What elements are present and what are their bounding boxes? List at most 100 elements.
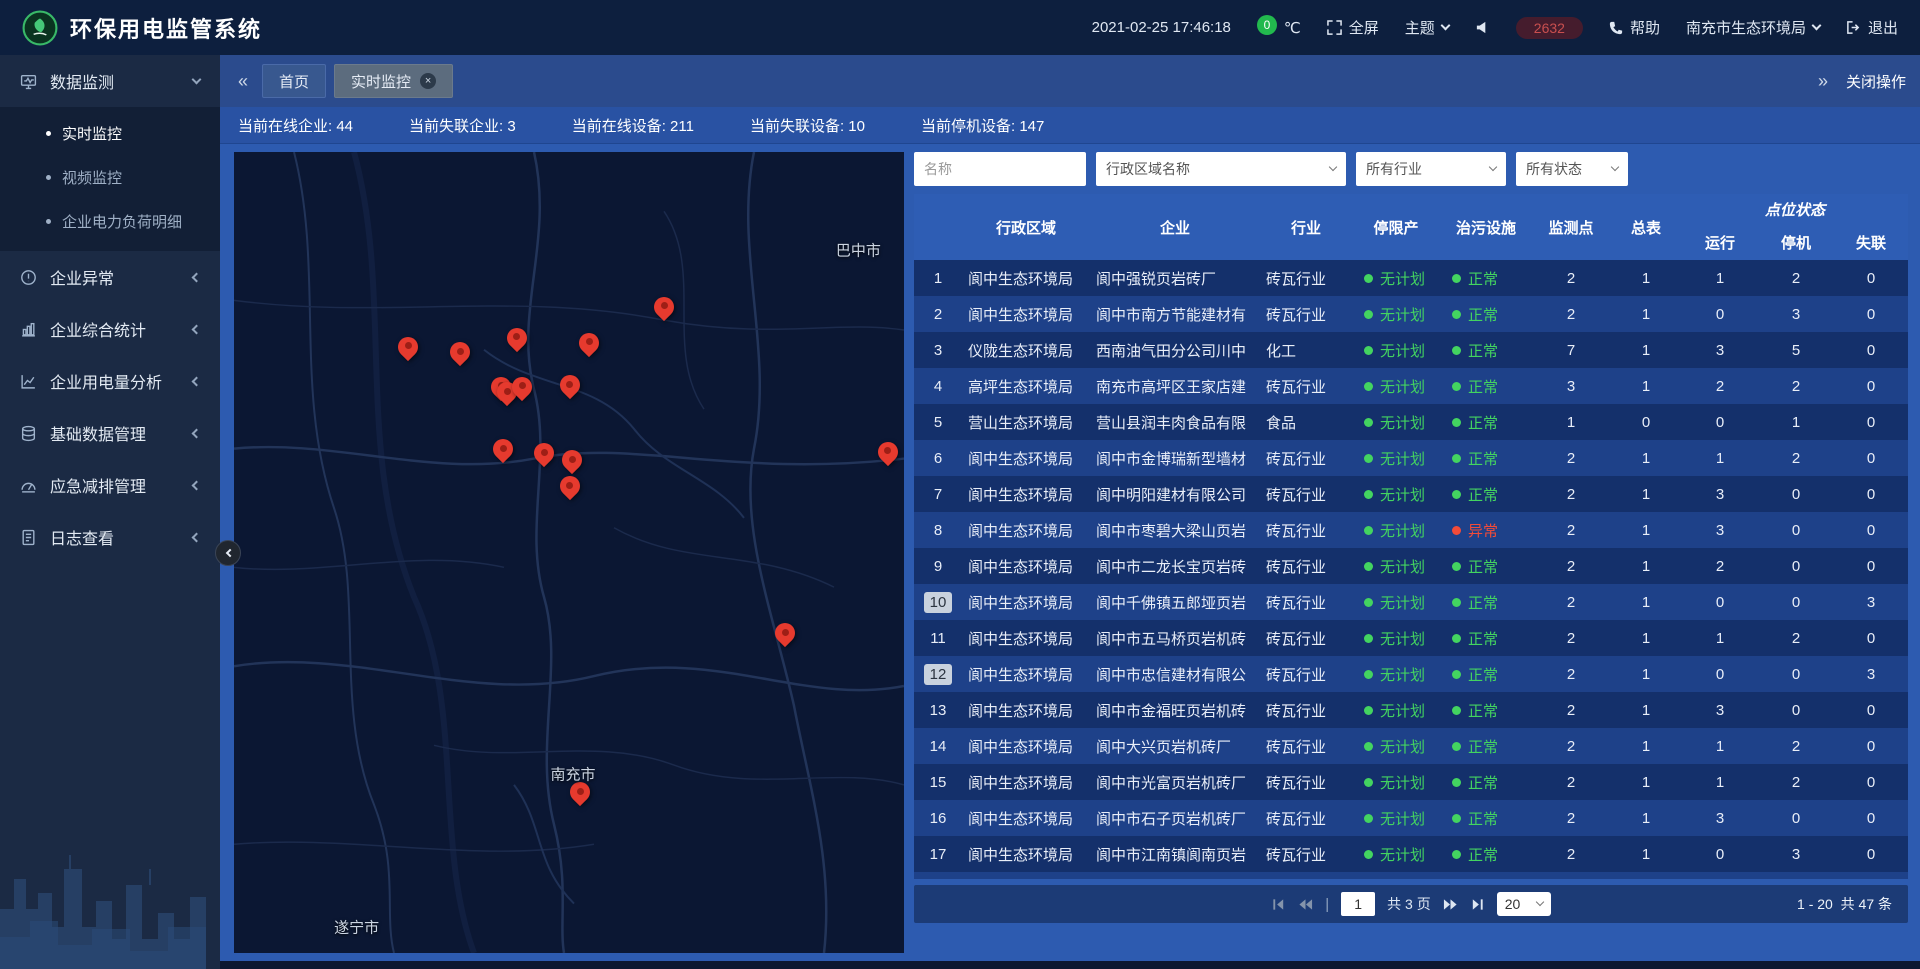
map-pin-icon[interactable] bbox=[878, 442, 898, 462]
status-select[interactable]: 所有状态 bbox=[1516, 152, 1628, 186]
table-row[interactable]: 15阆中生态环境局阆中市光富页岩机砖厂砖瓦行业无计划正常21120 bbox=[914, 764, 1908, 800]
table-row[interactable]: 10阆中生态环境局阆中千佛镇五郎垭页岩砖瓦行业无计划正常21003 bbox=[914, 584, 1908, 620]
cell-facility-status: 正常 bbox=[1440, 556, 1532, 577]
page-number-input[interactable]: 1 bbox=[1341, 892, 1375, 916]
table-row[interactable]: 18南部生态环境局南部县建材有限公司砖瓦行业无计划正常21030 bbox=[914, 872, 1908, 879]
cell-limit-status: 无计划 bbox=[1352, 304, 1440, 325]
table-row[interactable]: 7阆中生态环境局阆中明阳建材有限公司砖瓦行业无计划正常21300 bbox=[914, 476, 1908, 512]
next-page-button[interactable] bbox=[1443, 897, 1458, 912]
sidebar-section-head[interactable]: 日志查看 bbox=[0, 511, 220, 563]
cell-index: 11 bbox=[914, 630, 962, 647]
industry-select[interactable]: 所有行业 bbox=[1356, 152, 1506, 186]
first-page-button[interactable] bbox=[1271, 897, 1286, 912]
map-pin-icon[interactable] bbox=[654, 297, 674, 317]
cell-lost: 0 bbox=[1834, 810, 1908, 827]
status-dot-icon bbox=[1452, 310, 1461, 319]
emergency-icon bbox=[20, 476, 38, 494]
logout-button[interactable]: 退出 bbox=[1846, 17, 1898, 38]
tabs-scroll-left-icon[interactable]: « bbox=[234, 71, 252, 92]
close-operations-button[interactable]: 关闭操作 bbox=[1846, 71, 1906, 92]
sidebar-item[interactable]: 实时监控 bbox=[0, 111, 220, 155]
map-pin-icon[interactable] bbox=[562, 450, 582, 470]
chevron-down-icon bbox=[1535, 898, 1543, 906]
map-pin-icon[interactable] bbox=[512, 377, 532, 397]
map-pin-icon[interactable] bbox=[579, 333, 599, 353]
cell-region: 阆中生态环境局 bbox=[962, 520, 1090, 541]
map-pin-icon[interactable] bbox=[507, 328, 527, 348]
cell-index: 5 bbox=[914, 414, 962, 431]
cell-index: 7 bbox=[914, 486, 962, 503]
page-size-select[interactable]: 20 bbox=[1497, 892, 1551, 916]
org-dropdown[interactable]: 南充市生态环境局 bbox=[1686, 17, 1820, 38]
table-row[interactable]: 14阆中生态环境局阆中大兴页岩机砖厂砖瓦行业无计划正常21120 bbox=[914, 728, 1908, 764]
theme-dropdown[interactable]: 主题 bbox=[1405, 17, 1449, 38]
map-pin-icon[interactable] bbox=[534, 443, 554, 463]
sidebar-section: 企业综合统计 bbox=[0, 303, 220, 355]
table-row[interactable]: 6阆中生态环境局阆中市金博瑞新型墙材砖瓦行业无计划正常21120 bbox=[914, 440, 1908, 476]
sidebar-item[interactable]: 企业电力负荷明细 bbox=[0, 199, 220, 243]
cell-run: 1 bbox=[1682, 630, 1758, 647]
table-row[interactable]: 1阆中生态环境局阆中强锐页岩砖厂砖瓦行业无计划正常21120 bbox=[914, 260, 1908, 296]
name-search-input[interactable] bbox=[914, 152, 1086, 186]
table-row[interactable]: 17阆中生态环境局阆中市江南镇阆南页岩砖瓦行业无计划正常21030 bbox=[914, 836, 1908, 872]
sidebar-item[interactable]: 视频监控 bbox=[0, 155, 220, 199]
table-row[interactable]: 3仪陇生态环境局西南油气田分公司川中化工无计划正常71350 bbox=[914, 332, 1908, 368]
map-pin-icon[interactable] bbox=[775, 623, 795, 643]
cell-lost: 0 bbox=[1834, 846, 1908, 863]
prev-page-button[interactable] bbox=[1298, 897, 1313, 912]
table-row[interactable]: 13阆中生态环境局阆中市金福旺页岩机砖砖瓦行业无计划正常21300 bbox=[914, 692, 1908, 728]
sidebar-section-head[interactable]: 企业综合统计 bbox=[0, 303, 220, 355]
sidebar-section-head[interactable]: 企业用电量分析 bbox=[0, 355, 220, 407]
announcement-button[interactable] bbox=[1475, 20, 1490, 35]
sidebar-section-head[interactable]: 企业异常 bbox=[0, 251, 220, 303]
map-pin-icon[interactable] bbox=[398, 337, 418, 357]
region-select[interactable]: 行政区域名称 bbox=[1096, 152, 1346, 186]
map-pin-icon[interactable] bbox=[570, 782, 590, 802]
status-dot-icon bbox=[1364, 454, 1373, 463]
table-row[interactable]: 2阆中生态环境局阆中市南方节能建材有砖瓦行业无计划正常21030 bbox=[914, 296, 1908, 332]
cell-company: 阆中市枣碧大梁山页岩 bbox=[1090, 520, 1260, 541]
cell-stop: 0 bbox=[1758, 666, 1834, 683]
sidebar-section-head[interactable]: 基础数据管理 bbox=[0, 407, 220, 459]
close-icon[interactable]: × bbox=[420, 73, 436, 89]
map-collapse-button[interactable] bbox=[215, 540, 241, 566]
map-pin-icon[interactable] bbox=[560, 476, 580, 496]
tab-实时监控[interactable]: 实时监控× bbox=[334, 64, 453, 98]
table-row[interactable]: 5营山生态环境局营山县润丰肉食品有限食品无计划正常10010 bbox=[914, 404, 1908, 440]
alert-count-badge[interactable]: 2632 bbox=[1516, 17, 1583, 39]
map-panel[interactable]: 巴中市南充市遂宁市 bbox=[234, 152, 904, 953]
table-row[interactable]: 4高坪生态环境局南充市高坪区王家店建砖瓦行业无计划正常31220 bbox=[914, 368, 1908, 404]
stat-item: 当前失联设备: 10 bbox=[750, 115, 865, 136]
col-index bbox=[914, 194, 962, 260]
cell-region: 高坪生态环境局 bbox=[962, 376, 1090, 397]
tab-首页[interactable]: 首页 bbox=[262, 64, 326, 98]
filter-bar: 行政区域名称 所有行业 所有状态 bbox=[914, 152, 1908, 186]
cell-limit-status: 无计划 bbox=[1352, 628, 1440, 649]
status-dot-icon bbox=[1364, 346, 1373, 355]
cell-facility-status: 正常 bbox=[1440, 808, 1532, 829]
sidebar-section-head[interactable]: 数据监测 bbox=[0, 55, 220, 107]
status-dot-icon bbox=[1364, 310, 1373, 319]
tab-list: 首页实时监控× bbox=[262, 64, 453, 98]
table-row[interactable]: 8阆中生态环境局阆中市枣碧大梁山页岩砖瓦行业无计划异常21300 bbox=[914, 512, 1908, 548]
map-pin-icon[interactable] bbox=[560, 375, 580, 395]
map-pin-icon[interactable] bbox=[493, 439, 513, 459]
cell-industry: 食品 bbox=[1260, 412, 1352, 433]
table-row[interactable]: 12阆中生态环境局阆中市忠信建材有限公砖瓦行业无计划正常21003 bbox=[914, 656, 1908, 692]
cell-total: 1 bbox=[1610, 774, 1682, 791]
chevron-left-icon bbox=[192, 480, 202, 490]
cell-stop: 0 bbox=[1758, 594, 1834, 611]
help-button[interactable]: 帮助 bbox=[1609, 17, 1660, 38]
table-row[interactable]: 11阆中生态环境局阆中市五马桥页岩机砖砖瓦行业无计划正常21120 bbox=[914, 620, 1908, 656]
tabs-scroll-right-icon[interactable]: » bbox=[1814, 71, 1832, 92]
sidebar-section-head[interactable]: 应急减排管理 bbox=[0, 459, 220, 511]
map-pin-icon[interactable] bbox=[450, 342, 470, 362]
status-dot-icon bbox=[1452, 778, 1461, 787]
last-page-button[interactable] bbox=[1470, 897, 1485, 912]
sidebar-section: 企业用电量分析 bbox=[0, 355, 220, 407]
app-root: 环保用电监管系统 2021-02-25 17:46:18 0 ℃ 全屏 主题 2… bbox=[0, 0, 1920, 969]
table-row[interactable]: 16阆中生态环境局阆中市石子页岩机砖厂砖瓦行业无计划正常21300 bbox=[914, 800, 1908, 836]
fullscreen-button[interactable]: 全屏 bbox=[1327, 17, 1379, 38]
table-row[interactable]: 9阆中生态环境局阆中市二龙长宝页岩砖砖瓦行业无计划正常21200 bbox=[914, 548, 1908, 584]
cell-stop: 0 bbox=[1758, 702, 1834, 719]
